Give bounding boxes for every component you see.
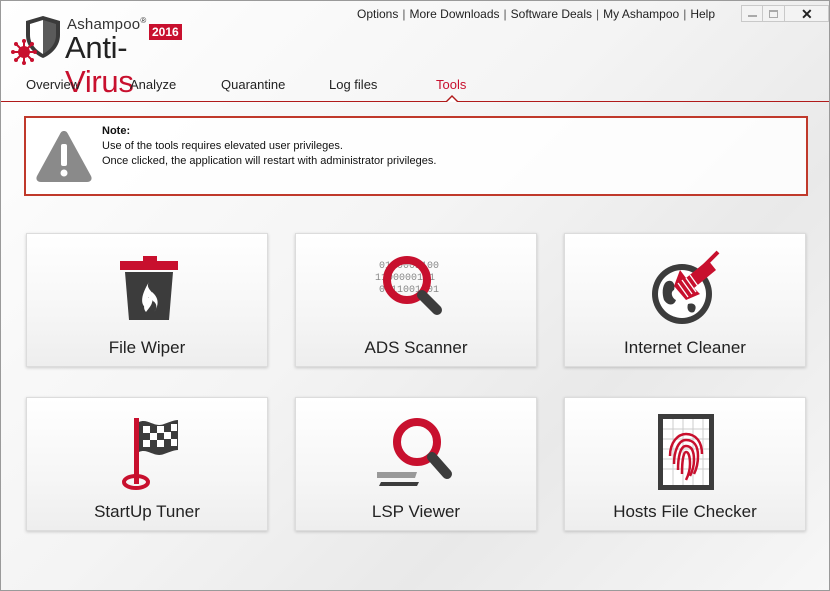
virus-logo-icon [11,39,37,65]
window-controls: ✕ [741,5,829,22]
minimize-button[interactable] [741,5,763,22]
maximize-button[interactable] [763,5,785,22]
app-logo: Ashampoo® Anti-Virus 2016 [9,13,189,99]
warning-icon [36,131,92,182]
file-wiper-tile[interactable]: File Wiper [26,233,268,367]
help-link[interactable]: Help [690,7,715,21]
my-ashampoo-link[interactable]: My Ashampoo [603,7,679,21]
binary-magnifier-icon: 0100001100 1100000101 0011001101 [375,256,442,315]
tab-quarantine[interactable]: Quarantine [221,77,285,92]
note-text-line-2: Once clicked, the application will resta… [102,155,437,167]
tab-log-files[interactable]: Log files [329,77,377,92]
top-links-bar: Options | More Downloads | Software Deals | My… [357,7,716,21]
lsp-viewer-tile[interactable]: LSP Viewer [295,397,537,531]
lsp-viewer-label: LSP Viewer [371,502,461,521]
hosts-file-checker-label: Hosts File Checker [613,502,757,521]
privileges-note: Note: Use of the tools requires elevated… [24,116,808,196]
maximize-icon [769,10,778,18]
file-wiper-label: File Wiper [108,338,186,357]
software-deals-link[interactable]: Software Deals [511,7,592,21]
hosts-file-checker-tile[interactable]: Hosts File Checker [564,397,806,531]
internet-cleaner-tile[interactable]: Internet Cleaner [564,233,806,367]
active-tab-pointer-inner [447,97,457,102]
close-icon: ✕ [801,6,813,22]
flag-icon [122,418,178,490]
tab-divider [1,101,829,102]
ads-scanner-label: ADS Scanner [364,338,468,357]
tab-tools[interactable]: Tools [436,77,466,92]
note-text-line-1: Use of the tools requires elevated user … [102,140,343,152]
startup-tuner-tile[interactable]: StartUp Tuner [26,397,268,531]
minimize-icon [748,15,757,17]
tab-analyze[interactable]: Analyze [130,77,176,92]
app-window: Ashampoo® Anti-Virus 2016 Options | More D… [0,0,830,591]
tab-overview[interactable]: Overview [26,77,80,92]
main-tabs: Overview Analyze Quarantine Log files To… [1,77,829,103]
more-downloads-link[interactable]: More Downloads [409,7,499,21]
year-badge: 2016 [149,24,182,40]
note-title: Note: [102,125,131,137]
magnifier-icon [377,418,452,486]
globe-broom-icon [652,250,720,324]
startup-tuner-label: StartUp Tuner [94,502,200,521]
internet-cleaner-label: Internet Cleaner [624,338,746,357]
close-button[interactable]: ✕ [785,5,829,22]
options-link[interactable]: Options [357,7,398,21]
trash-fire-icon [120,256,178,320]
ads-scanner-tile[interactable]: 0100001100 1100000101 0011001101 ADS Sca… [295,233,537,367]
fingerprint-icon [658,414,714,490]
